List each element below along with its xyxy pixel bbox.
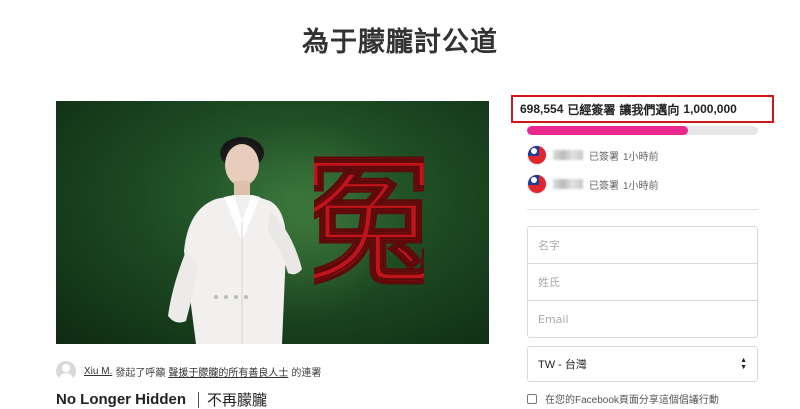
subtitle-english: No Longer Hidden [56,391,186,408]
subtitle-divider [198,391,199,408]
blurred-name [553,150,583,160]
author-line: Xiu M. 發起了呼籲 聲援于朦朧的所有善良人士 的連署 [56,361,324,381]
recent-signer: 已簽署 1小時前 [527,174,659,194]
signature-count-box: 698,554 已經簽署 讓我們邁向 1,000,000 [511,95,774,123]
avatar [56,361,76,381]
progress-bar [527,126,758,135]
section-divider [527,209,758,210]
progress-fill [527,126,689,135]
signature-count: 698,554 [520,102,564,116]
calligraphy-character: 冤 [314,140,424,301]
facebook-share-option[interactable]: 在您的Facebook頁面分享這個倡議行動 [527,391,719,406]
person-photo [168,137,302,344]
author-name-link[interactable]: Xiu M. [84,366,112,377]
taiwan-flag-icon [527,145,547,165]
petition-hero-image: 冤 [56,101,489,344]
signer-time: 1小時前 [623,180,659,192]
first-name-input[interactable]: 名字 [527,226,758,264]
page-title: 為于朦朧討公道 [302,27,498,58]
author-text: 發起了呼籲 [115,367,166,379]
share-checkbox[interactable] [527,393,537,404]
signer-action: 已簽署 [589,151,619,163]
signer-action: 已簽署 [589,180,619,192]
country-select[interactable]: TW - 台灣 ▲ ▼ [527,346,758,382]
signer-time: 1小時前 [623,151,659,163]
svg-text:冤: 冤 [314,141,424,301]
subtitle-chinese: 不再朦朧 [207,391,268,409]
petition-subtitle: No Longer Hidden 不再朦朧 [56,389,267,409]
select-arrows-icon: ▲ ▼ [740,357,747,371]
taiwan-flag-icon [527,174,547,194]
share-label: 在您的Facebook頁面分享這個倡議行動 [545,395,719,406]
author-text-end: 的連署 [291,367,322,379]
blurred-name [553,179,583,189]
goal-text: 讓我們邁向 [619,102,680,117]
country-select-value: TW - 台灣 [538,359,587,371]
email-input[interactable]: Email [527,300,758,338]
last-name-input[interactable]: 姓氏 [527,263,758,301]
target-link[interactable]: 聲援于朦朧的所有善良人士 [168,364,288,379]
signed-label: 已經簽署 [567,102,616,117]
signature-goal: 1,000,000 [683,102,737,116]
recent-signer: 已簽署 1小時前 [527,145,659,165]
